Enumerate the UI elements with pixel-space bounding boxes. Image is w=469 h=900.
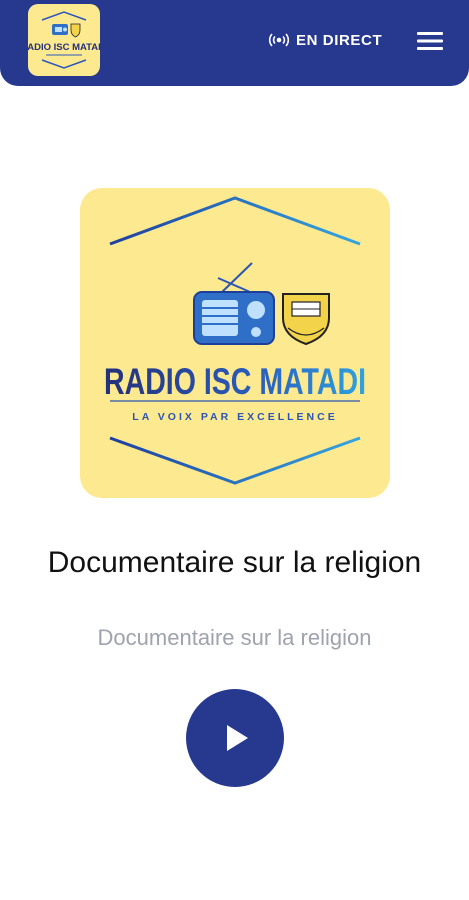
play-icon bbox=[227, 725, 248, 751]
station-tagline: LA VOIX PAR EXCELLENCE bbox=[132, 411, 337, 423]
logo-text: RADIO ISC MATADI bbox=[28, 42, 100, 53]
app-header: RADIO ISC MATADI EN DIRECT bbox=[0, 0, 469, 86]
hamburger-menu-icon bbox=[417, 32, 443, 50]
station-name: RADIO ISC MATADI bbox=[104, 361, 366, 402]
station-artwork-graphic: RADIO ISC MATADI LA VOIX PAR EXCELLENCE bbox=[104, 196, 366, 485]
broadcast-icon bbox=[268, 33, 290, 47]
live-label: EN DIRECT bbox=[296, 31, 383, 49]
track-subtitle: Documentaire sur la religion bbox=[97, 625, 372, 650]
menu-button[interactable] bbox=[412, 26, 448, 56]
live-indicator[interactable]: EN DIRECT bbox=[268, 30, 382, 50]
track-title: Documentaire sur la religion bbox=[47, 546, 422, 579]
play-button[interactable] bbox=[186, 689, 284, 787]
station-artwork: RADIO ISC MATADI LA VOIX PAR EXCELLENCE bbox=[80, 188, 390, 498]
station-logo-graphic: RADIO ISC MATADI bbox=[28, 11, 100, 69]
station-logo[interactable]: RADIO ISC MATADI bbox=[28, 4, 100, 76]
